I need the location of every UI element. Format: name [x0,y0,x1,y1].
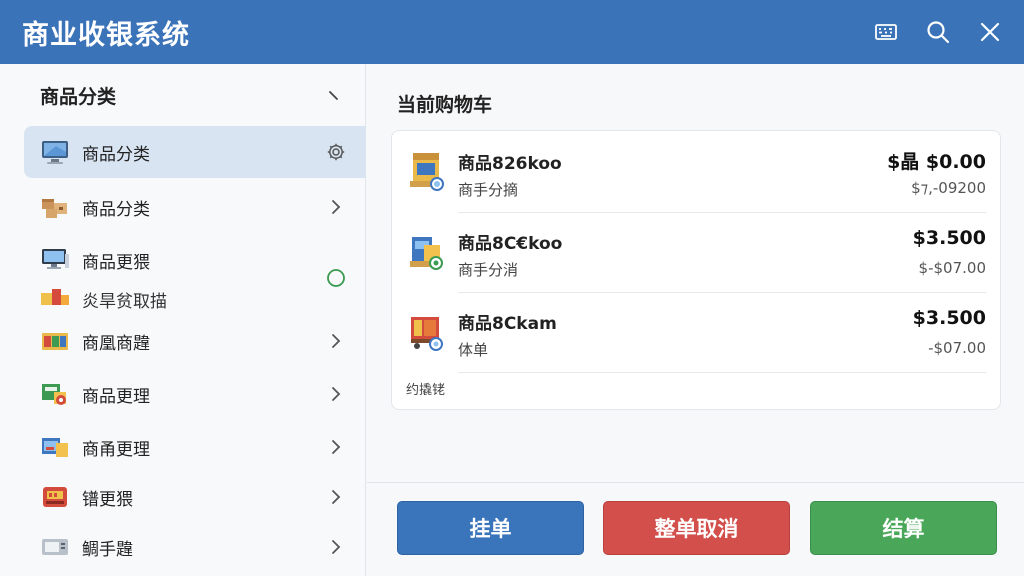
monitor-icon [42,141,68,164]
cart-panel: 商品826koo 商手分摘 $晶 $0.00 $⁊,-09200 商品8C€ko… [391,130,1001,410]
cart-item-divider [458,372,986,373]
scanner-icon [42,539,68,555]
sidebar-item-label: 商品更猥 [82,253,150,273]
cart-item[interactable]: 商品8Ckam 体单 $3.500 -$07.00 [392,293,1002,373]
category-sidebar: 商品分类 商品分类 商品分类 商品更猥 炎旱贫取描 商凰商韙 商品更理 商甬更理… [0,64,366,576]
cart-item[interactable]: 商品826koo 商手分摘 $晶 $0.00 $⁊,-09200 [392,133,1002,213]
search-button[interactable] [918,12,958,52]
app-title: 商业收银系统 [22,19,190,51]
sidebar-item-label: 商甬更理 [82,439,150,460]
sidebar-item-category-1[interactable]: 商品分类 [24,126,366,178]
sidebar-item-category-8[interactable]: 鲷手韙 [24,526,366,568]
sidebar-item-category-4[interactable]: 商凰商韙 [24,320,366,362]
goods-icon [41,289,69,305]
boxes-icon [42,199,67,218]
gear-icon[interactable] [326,142,346,162]
sidebar-header: 商品分类 [0,64,365,126]
cart-item-price: $晶 $0.00 [887,151,986,173]
sidebar-item-category-3[interactable]: 商品更猥 炎旱贫取描 [24,240,366,312]
computer-icon [42,249,69,269]
title-bar: 商业收银系统 [0,0,1024,64]
register-icon [43,487,67,507]
checkout-button[interactable]: 结算 [810,501,997,555]
sidebar-item-label: 商品分类 [82,199,150,220]
close-icon [980,22,1000,42]
sidebar-item-category-7[interactable]: 镨更猥 [24,476,366,518]
sidebar-item-category-6[interactable]: 商甬更理 [24,426,366,468]
chevron-right-icon [332,490,341,504]
keyboard-icon [875,24,897,40]
chevron-right-icon [332,200,341,214]
product-pack-icon [410,237,443,270]
sidebar-item-category-2[interactable]: 商品分类 [24,184,366,230]
cart-item-name: 商品8C€koo [458,234,563,254]
cart-item-name: 商品826koo [458,154,562,174]
status-circle-icon [327,269,345,287]
sidebar-item-label: 商品分类 [82,144,150,165]
product-cart-icon [411,317,443,351]
pos-window: 商业收银系统 商品分类 商品分类 商品分类 商品更猥 炎旱贫取描 商凰商韙 商品… [0,0,1024,576]
cart-item[interactable]: 商品8C€koo 商手分消 $3.500 $-$07.00 [392,213,1002,293]
cart-item-price: $3.500 [912,307,986,329]
chevron-right-icon [332,440,341,454]
cart-note: 约撬铑 [406,383,446,398]
cart-item-price: $3.500 [912,227,986,249]
cart-item-subtotal: $-$07.00 [918,259,986,277]
tag-icon [42,384,66,405]
sidebar-item-sublabel: 炎旱贫取描 [82,292,167,312]
cart-item-subtotal: -$07.00 [928,339,986,357]
cancel-order-button[interactable]: 整单取消 [603,501,790,555]
sidebar-item-label: 镨更猥 [82,489,133,510]
action-footer: 挂单 整单取消 结算 [367,482,1024,576]
chevron-right-icon [332,387,341,401]
title-actions [866,12,1010,52]
cart-area: 当前购物车 商品826koo 商手分摘 $晶 $0.00 $⁊,-09200 商… [367,64,1024,576]
cart-item-subtitle: 商手分摘 [458,181,519,199]
cart-title: 当前购物车 [397,94,493,116]
product-box-icon [410,153,444,191]
cart-item-subtitle: 商手分消 [458,261,519,279]
sidebar-item-label: 商凰商韙 [82,333,150,354]
products-icon [42,333,68,350]
search-icon [927,21,950,44]
cart-item-subtitle: 体单 [458,341,489,359]
sidebar-item-category-5[interactable]: 商品更理 [24,373,366,415]
sidebar-item-label: 商品更理 [82,386,150,407]
cart-item-subtotal: $⁊,-09200 [911,179,986,197]
chevron-right-icon [332,540,341,554]
collapse-chevron-icon[interactable] [325,86,343,104]
sidebar-item-label: 鲷手韙 [82,539,133,560]
keyboard-button[interactable] [866,12,906,52]
close-button[interactable] [970,12,1010,52]
chevron-right-icon [332,334,341,348]
sidebar-title: 商品分类 [40,85,117,108]
hold-order-button[interactable]: 挂单 [397,501,584,555]
cart-item-name: 商品8Ckam [458,314,557,334]
shelf-icon [42,438,68,457]
